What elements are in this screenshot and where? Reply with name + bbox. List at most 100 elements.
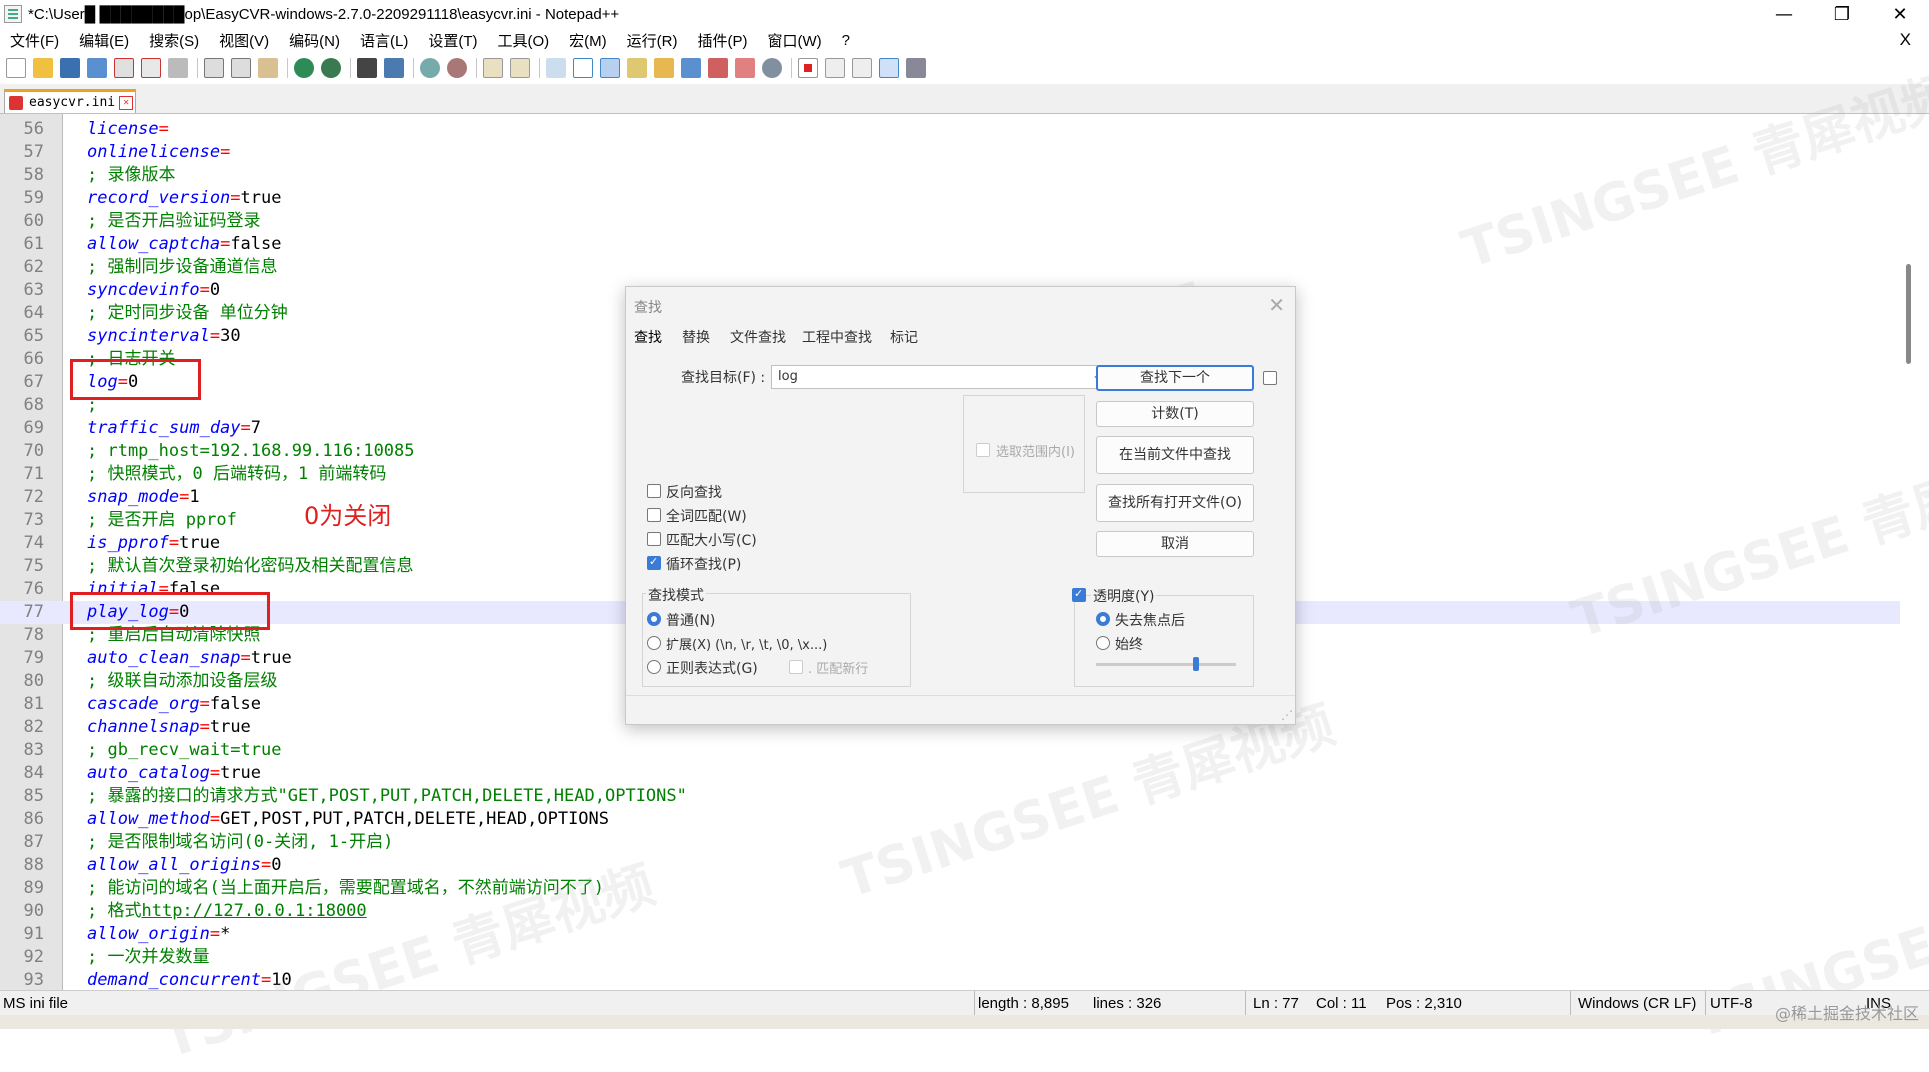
find-what-combo[interactable]: log ⌄ — [771, 365, 1107, 389]
code-line[interactable]: 62 ; 强制同步设备通道信息 — [0, 256, 1900, 279]
menu-settings[interactable]: 设置(T) — [418, 30, 487, 51]
folder-workspace-icon[interactable] — [735, 58, 755, 78]
close-all-icon[interactable] — [141, 58, 161, 78]
code-line[interactable]: 88 allow_all_origins=0 — [0, 854, 1900, 877]
zoom-out-icon[interactable] — [447, 58, 467, 78]
find-icon[interactable] — [357, 58, 377, 78]
menu-search[interactable]: 搜索(S) — [139, 30, 209, 51]
cancel-button[interactable]: 取消 — [1096, 531, 1254, 557]
code-line[interactable]: 61 allow_captcha=false — [0, 233, 1900, 256]
tab-close-icon[interactable]: ✕ — [119, 95, 134, 110]
menu-window[interactable]: 窗口(W) — [757, 30, 831, 51]
code-line[interactable]: 89 ; 能访问的域名(当上面开启后，需要配置域名，不然前端访问不了) — [0, 877, 1900, 900]
code-line[interactable]: 91 allow_origin=* — [0, 923, 1900, 946]
always-radio[interactable] — [1096, 636, 1110, 650]
menu-view[interactable]: 视图(V) — [209, 30, 279, 51]
tab-find-in-files[interactable]: 文件查找 — [730, 327, 786, 347]
tab-mark[interactable]: 标记 — [890, 327, 918, 347]
code-line[interactable]: 87 ; 是否限制域名访问(0-关闭, 1-开启) — [0, 831, 1900, 854]
document-map-icon[interactable] — [627, 58, 647, 78]
close-button[interactable]: ✕ — [1871, 0, 1929, 28]
on-lose-focus-radio[interactable] — [1096, 612, 1110, 626]
code-line[interactable]: 57 onlinelicense= — [0, 141, 1900, 164]
monitoring-icon[interactable] — [762, 58, 782, 78]
menu-run[interactable]: 运行(R) — [617, 30, 688, 51]
in-selection-checkbox[interactable] — [976, 443, 990, 457]
close-file-icon[interactable] — [114, 58, 134, 78]
code-line[interactable]: 60 ; 是否开启验证码登录 — [0, 210, 1900, 233]
code-line[interactable]: 86 allow_method=GET,POST,PUT,PATCH,DELETE… — [0, 808, 1900, 831]
scrollbar-thumb[interactable] — [1906, 264, 1911, 364]
save-macro-icon[interactable] — [906, 58, 926, 78]
menu-file[interactable]: 文件(F) — [0, 30, 69, 51]
sync-horizontal-icon[interactable] — [510, 58, 530, 78]
code-line[interactable]: 85 ; 暴露的接口的请求方式"GET,POST,PUT,PATCH,DELETE… — [0, 785, 1900, 808]
redo-icon[interactable] — [321, 58, 341, 78]
reverse-checkbox[interactable] — [647, 484, 661, 498]
stop-macro-icon[interactable] — [825, 58, 845, 78]
cut-icon[interactable] — [204, 58, 224, 78]
dot-newline-checkbox[interactable] — [789, 660, 803, 674]
resize-grip-icon[interactable]: ⋰ — [1281, 708, 1293, 722]
open-file-icon[interactable] — [33, 58, 53, 78]
word-wrap-icon[interactable] — [546, 58, 566, 78]
menu-help[interactable]: ? — [832, 32, 860, 49]
replace-icon[interactable] — [384, 58, 404, 78]
run-macro-multiple-icon[interactable] — [879, 58, 899, 78]
whole-word-checkbox[interactable] — [647, 508, 661, 522]
ini-url[interactable]: http://127.0.0.1:18000 — [141, 901, 366, 921]
menu-plugins[interactable]: 插件(P) — [687, 30, 757, 51]
code-line[interactable]: 84 auto_catalog=true — [0, 762, 1900, 785]
mode-normal-radio[interactable] — [647, 612, 661, 626]
code-line[interactable]: 56 license= — [0, 118, 1900, 141]
play-macro-icon[interactable] — [852, 58, 872, 78]
sync-vertical-icon[interactable] — [483, 58, 503, 78]
find-next-button[interactable]: 查找下一个 — [1096, 365, 1254, 391]
minimize-button[interactable]: — — [1755, 0, 1813, 28]
wrap-around-checkbox[interactable] — [647, 555, 661, 570]
transparency-slider-thumb[interactable] — [1193, 657, 1199, 671]
menu-tools[interactable]: 工具(O) — [487, 30, 559, 51]
tab-easycvr-ini[interactable]: easycvr.ini ✕ — [4, 89, 136, 113]
menu-encoding[interactable]: 编码(N) — [279, 30, 350, 51]
menu-edit[interactable]: 编辑(E) — [69, 30, 139, 51]
print-icon[interactable] — [168, 58, 188, 78]
function-list-icon[interactable] — [708, 58, 728, 78]
code-line[interactable]: 59 record_version=true — [0, 187, 1900, 210]
mode-extended-radio[interactable] — [647, 636, 661, 650]
count-button[interactable]: 计数(T) — [1096, 401, 1254, 427]
undo-icon[interactable] — [294, 58, 314, 78]
find-all-open-button[interactable]: 查找所有打开文件(O) — [1096, 484, 1254, 522]
match-case-checkbox[interactable] — [647, 532, 661, 546]
paste-icon[interactable] — [258, 58, 278, 78]
code-line[interactable]: 58 ; 录像版本 — [0, 164, 1900, 187]
transparency-checkbox[interactable] — [1072, 587, 1086, 602]
record-macro-icon[interactable] — [798, 58, 818, 78]
find-in-current-button[interactable]: 在当前文件中查找 — [1096, 436, 1254, 474]
transparency-slider[interactable] — [1096, 663, 1236, 666]
copy-icon[interactable] — [231, 58, 251, 78]
mode-regex-radio[interactable] — [647, 660, 661, 674]
save-all-icon[interactable] — [87, 58, 107, 78]
code-line[interactable]: 90 ; 格式http://127.0.0.1:18000 — [0, 900, 1900, 923]
close-document-button[interactable]: X — [1900, 30, 1911, 50]
vertical-scrollbar[interactable] — [1901, 114, 1917, 990]
menu-language[interactable]: 语言(L) — [350, 30, 418, 51]
indent-guide-icon[interactable] — [600, 58, 620, 78]
zoom-in-icon[interactable] — [420, 58, 440, 78]
show-all-chars-icon[interactable] — [573, 58, 593, 78]
tab-find[interactable]: 查找 — [634, 327, 662, 347]
dialog-close-icon[interactable]: ✕ — [1268, 293, 1285, 317]
find-next-option-checkbox[interactable] — [1263, 371, 1277, 385]
code-line[interactable]: 83 ; gb_recv_wait=true — [0, 739, 1900, 762]
language-udl-icon[interactable] — [654, 58, 674, 78]
document-list-icon[interactable] — [681, 58, 701, 78]
tab-find-in-projects[interactable]: 工程中查找 — [802, 327, 872, 347]
maximize-button[interactable]: ❐ — [1813, 0, 1871, 28]
new-file-icon[interactable] — [6, 58, 26, 78]
code-line[interactable]: 92 ; 一次并发数量 — [0, 946, 1900, 969]
save-icon[interactable] — [60, 58, 80, 78]
menu-macro[interactable]: 宏(M) — [559, 30, 617, 51]
tab-replace[interactable]: 替换 — [682, 327, 710, 347]
code-line[interactable]: 93 demand_concurrent=10 — [0, 969, 1900, 990]
